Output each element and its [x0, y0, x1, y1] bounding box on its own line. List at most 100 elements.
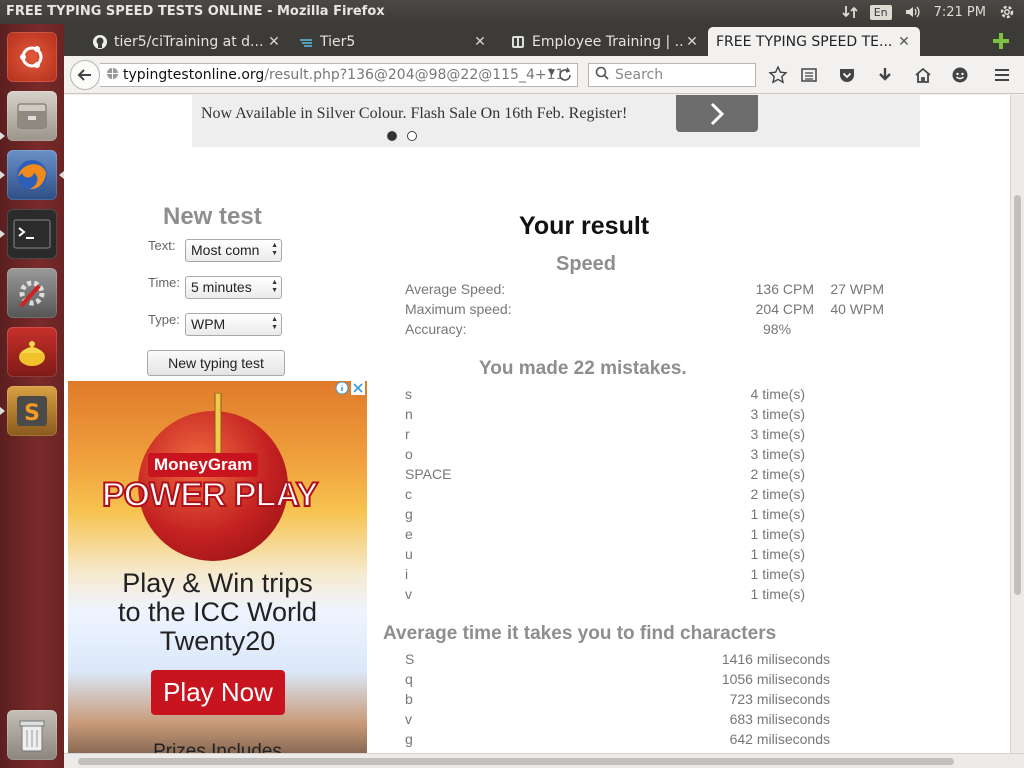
page-icon — [510, 34, 526, 50]
bookmark-star-icon[interactable] — [768, 65, 788, 85]
mistakes-heading: You made 22 mistakes. — [479, 358, 687, 379]
network-icon[interactable] — [842, 4, 858, 20]
ad-copy: Play & Win trips to the ICC World Twenty… — [117, 568, 318, 656]
close-tab-icon[interactable]: ✕ — [472, 34, 488, 50]
github-icon — [92, 34, 108, 50]
search-icon — [595, 66, 609, 84]
tier5-icon — [298, 34, 314, 50]
history-dropdown-icon[interactable]: ▼ — [548, 68, 555, 78]
mistake-row: s4 time(s) — [405, 386, 805, 402]
advertisement[interactable]: MoneyGram POWER PLAY Play & Win trips to… — [68, 381, 367, 753]
sublime-text-icon[interactable]: S — [7, 386, 57, 436]
tab-bar: tier5/ciTraining at d... ✕ Tier5 ✕ Emplo… — [64, 24, 1024, 56]
new-typing-test-button[interactable]: New typing test — [147, 350, 285, 376]
new-tab-icon[interactable] — [991, 31, 1011, 51]
ad-play-now-button[interactable]: Play Now — [151, 670, 285, 715]
unity-launcher: S — [0, 24, 64, 768]
bookmarks-menu-icon[interactable] — [799, 65, 819, 85]
ad-headline: POWER PLAY — [101, 475, 319, 515]
close-tab-icon[interactable]: ✕ — [266, 34, 282, 50]
gear-icon[interactable] — [998, 3, 1016, 21]
terminal-icon[interactable] — [7, 209, 57, 259]
close-ad-icon[interactable] — [351, 381, 365, 395]
mistake-row: e1 time(s) — [405, 526, 805, 542]
char-time-row: b 723 miliseconds — [405, 691, 830, 707]
horizontal-scroll-thumb[interactable] — [78, 758, 954, 765]
files-icon[interactable] — [7, 91, 57, 141]
carousel-dot[interactable] — [407, 131, 417, 141]
banner-next-button[interactable] — [676, 95, 758, 132]
average-speed-row: Average Speed: 136 CPM 27 WPM — [405, 281, 884, 297]
download-icon[interactable] — [875, 65, 895, 85]
close-tab-icon[interactable]: ✕ — [896, 34, 912, 50]
home-icon[interactable] — [913, 65, 933, 85]
launcher-running-indicator — [0, 230, 5, 238]
speed-heading: Speed — [556, 253, 617, 275]
pocket-icon[interactable] — [837, 65, 857, 85]
trash-icon[interactable] — [7, 710, 57, 760]
promo-banner[interactable]: Now Available in Silver Colour. Flash Sa… — [192, 95, 920, 147]
time-select[interactable]: 5 minutes ▲ ▼ — [185, 276, 282, 299]
banner-text: Now Available in Silver Colour. Flash Sa… — [201, 105, 628, 122]
time-label: Time: — [148, 275, 181, 290]
select-arrows-icon: ▲ ▼ — [271, 279, 278, 294]
chevron-right-icon — [710, 102, 725, 125]
carousel-dot-active[interactable] — [387, 131, 397, 141]
select-arrows-icon: ▲ ▼ — [271, 316, 278, 331]
result-heading: Your result — [519, 212, 650, 240]
ad-brand: MoneyGram — [148, 453, 259, 477]
clock[interactable]: 7:21 PM — [934, 5, 986, 20]
mistake-row: u1 time(s) — [405, 546, 805, 562]
close-tab-icon[interactable]: ✕ — [684, 34, 700, 50]
vertical-scrollbar[interactable] — [1010, 95, 1024, 753]
page-viewport: Now Available in Silver Colour. Flash Sa… — [64, 95, 1010, 753]
char-times-heading: Average time it takes you to find charac… — [383, 623, 777, 644]
navigation-bar: typingtestonline.org/result.php?136@204@… — [64, 56, 1024, 94]
tab-github[interactable]: tier5/ciTraining at d... ✕ — [84, 27, 290, 56]
vertical-scroll-thumb[interactable] — [1014, 195, 1021, 595]
hamburger-menu-icon[interactable] — [992, 65, 1012, 85]
tab-tier5[interactable]: Tier5 ✕ — [290, 27, 496, 56]
ubuntu-dash-icon[interactable] — [7, 32, 57, 82]
text-select[interactable]: Most comn ▲ ▼ — [185, 239, 282, 262]
maximum-speed-row: Maximum speed: 204 CPM 40 WPM — [405, 301, 884, 317]
char-time-row: q 1056 miliseconds — [405, 671, 830, 687]
firefox-icon[interactable] — [7, 150, 57, 200]
system-settings-icon[interactable] — [7, 268, 57, 318]
search-input[interactable]: Search — [588, 63, 756, 87]
ad-choices[interactable] — [335, 381, 365, 395]
arrow-left-icon — [77, 69, 91, 81]
hello-chat-icon[interactable] — [950, 65, 970, 85]
url-bar[interactable]: typingtestonline.org/result.php?136@204@… — [100, 63, 578, 87]
launcher-running-indicator — [0, 407, 5, 415]
svg-text:S: S — [24, 401, 40, 426]
volume-icon[interactable] — [904, 4, 922, 20]
text-label: Text: — [148, 238, 176, 253]
back-button[interactable] — [70, 60, 100, 90]
mistake-row: o3 time(s) — [405, 446, 805, 462]
tab-typing-test-active[interactable]: FREE TYPING SPEED TE... ✕ — [708, 27, 920, 56]
launcher-running-indicator — [0, 132, 5, 140]
mistake-row: c2 time(s) — [405, 486, 805, 502]
window-title: FREE TYPING SPEED TESTS ONLINE - Mozilla… — [6, 4, 385, 19]
reload-icon[interactable] — [557, 66, 573, 86]
info-icon[interactable] — [335, 381, 349, 395]
mistake-row: r3 time(s) — [405, 426, 805, 442]
system-tray: En 7:21 PM — [842, 0, 1016, 24]
horizontal-scrollbar[interactable] — [64, 753, 1024, 768]
tab-employee-training[interactable]: Employee Training | ... ✕ — [502, 27, 708, 56]
accuracy-row: Accuracy: 98% — [405, 321, 792, 337]
mistake-row: g1 time(s) — [405, 506, 805, 522]
mistake-row: v1 time(s) — [405, 586, 805, 602]
new-test-heading: New test — [163, 203, 262, 230]
top-panel: FREE TYPING SPEED TESTS ONLINE - Mozilla… — [0, 0, 1024, 24]
char-time-row: g 642 miliseconds — [405, 731, 830, 747]
launcher-running-indicator — [0, 171, 5, 179]
ad-footer: Prizes Includes — [153, 741, 282, 753]
mistake-row: n3 time(s) — [405, 406, 805, 422]
type-select[interactable]: WPM ▲ ▼ — [185, 313, 282, 336]
keyboard-layout-indicator[interactable]: En — [869, 4, 892, 20]
software-center-icon[interactable] — [7, 327, 57, 377]
select-arrows-icon: ▲ ▼ — [271, 242, 278, 257]
globe-icon — [106, 67, 119, 84]
